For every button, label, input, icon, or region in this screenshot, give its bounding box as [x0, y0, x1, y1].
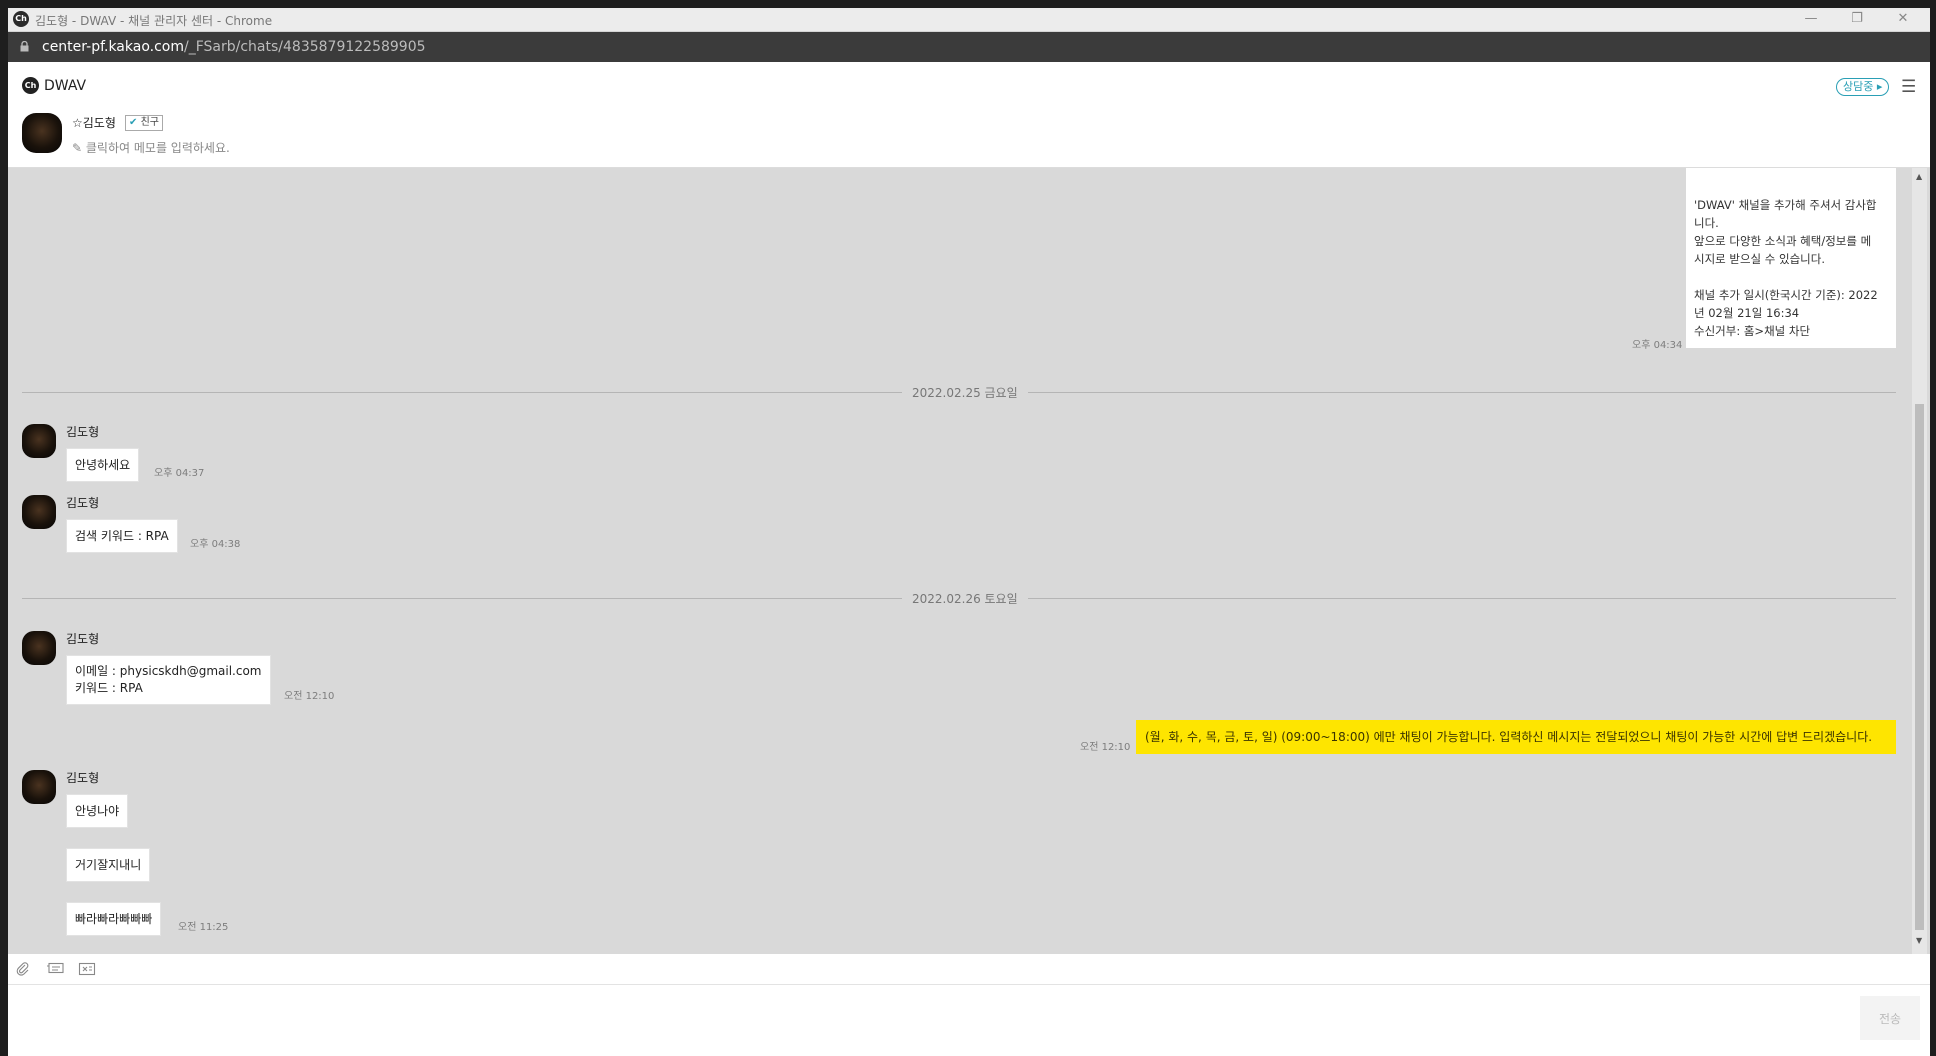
send-button[interactable]: 전송 [1860, 996, 1920, 1040]
message-bubble: 거기잘지내니 [66, 848, 151, 882]
sender-avatar[interactable] [22, 424, 56, 458]
window-title: 김도형 - DWAV - 채널 관리자 센터 - Chrome [35, 14, 273, 28]
message-line: 이메일 : physicskdh@gmail.com [75, 664, 262, 678]
sender-name: 김도형 [66, 425, 100, 439]
message-bubble: 빠라빠라빠빠빠 [66, 902, 162, 936]
channel-logo-icon: Ch [22, 77, 39, 94]
message-line: 키워드 : RPA [75, 681, 143, 695]
welcome-message-bubble: 'DWAV' 채널을 추가해 주셔서 감사합 니다. 앞으로 다양한 소식과 혜… [1686, 168, 1896, 348]
sender-avatar[interactable] [22, 631, 56, 665]
message-bubble: 검색 키워드 : RPA [66, 519, 178, 553]
message-time: 오전 11:25 [178, 922, 229, 933]
chat-header: Ch DWAV 상담중 ▸ ☰ ☆김도형 ✔ 친구 ✎ 클릭하여 메모를 입력하… [8, 63, 1930, 168]
image-template-icon[interactable] [78, 962, 96, 980]
scroll-up-icon[interactable]: ▲ [1916, 172, 1922, 181]
sender-avatar[interactable] [22, 770, 56, 804]
message-time: 오전 12:10 [284, 691, 335, 702]
auto-reply-bubble: (월, 화, 수, 목, 금, 토, 일) (09:00~18:00) 에만 채… [1136, 720, 1896, 754]
date-divider-label: 2022.02.25 금요일 [902, 384, 1028, 401]
restore-icon[interactable]: ❐ [1834, 9, 1880, 29]
title-bar: Ch 김도형 - DWAV - 채널 관리자 센터 - Chrome — ❐ ✕ [8, 8, 1930, 32]
message-bubble: 이메일 : physicskdh@gmail.com 키워드 : RPA [66, 655, 271, 705]
friend-badge-label: 친구 [140, 117, 159, 128]
sender-avatar[interactable] [22, 495, 56, 529]
message-bubble: 안녕나야 [66, 794, 129, 828]
memo-placeholder: 클릭하여 메모를 입력하세요. [85, 141, 230, 155]
minimize-icon[interactable]: — [1788, 9, 1834, 29]
sender-name: 김도형 [66, 771, 100, 785]
memo-field[interactable]: ✎ 클릭하여 메모를 입력하세요. [72, 139, 230, 156]
scrollbar-thumb[interactable] [1915, 404, 1924, 930]
message-input-area: 전송 [8, 954, 1930, 1056]
address-bar[interactable]: center-pf.kakao.com/_FSarb/chats/4835879… [8, 32, 1930, 62]
lock-icon [20, 40, 29, 55]
sender-name: 김도형 [66, 632, 100, 646]
close-icon[interactable]: ✕ [1880, 9, 1926, 29]
user-avatar[interactable] [22, 113, 62, 153]
sender-name: 김도형 [66, 496, 100, 510]
saved-reply-icon[interactable] [46, 962, 64, 980]
hamburger-menu-icon[interactable]: ☰ [1901, 78, 1916, 96]
input-toolbar [8, 954, 1930, 985]
check-icon: ✔ [129, 117, 138, 128]
url-path: /_FSarb/chats/4835879122589905 [184, 39, 426, 55]
message-time: 오후 04:37 [154, 468, 205, 479]
friend-badge: ✔ 친구 [125, 115, 163, 131]
url-domain: center-pf.kakao.com [42, 39, 184, 55]
channel-name[interactable]: DWAV [44, 78, 86, 94]
message-time: 오후 04:34 [1632, 340, 1683, 351]
pencil-icon: ✎ [72, 141, 83, 155]
message-bubble: 안녕하세요 [66, 448, 140, 482]
date-divider-label: 2022.02.26 토요일 [902, 590, 1028, 607]
message-time: 오후 04:38 [190, 539, 241, 550]
consult-status-button[interactable]: 상담중 ▸ [1836, 78, 1890, 96]
message-input[interactable] [16, 988, 1850, 1050]
url-text[interactable]: center-pf.kakao.com/_FSarb/chats/4835879… [42, 39, 426, 55]
user-name[interactable]: ☆김도형 [72, 114, 116, 131]
chat-scrollbar[interactable]: ▲ ▼ [1912, 168, 1927, 954]
browser-window: Ch 김도형 - DWAV - 채널 관리자 센터 - Chrome — ❐ ✕… [8, 8, 1930, 1056]
message-time: 오전 12:10 [1080, 742, 1131, 753]
chat-log[interactable]: 'DWAV' 채널을 추가해 주셔서 감사합 니다. 앞으로 다양한 소식과 혜… [8, 168, 1930, 954]
kakao-channel-favicon: Ch [13, 11, 29, 27]
scroll-down-icon[interactable]: ▼ [1916, 936, 1922, 945]
attach-file-icon[interactable] [16, 962, 30, 980]
